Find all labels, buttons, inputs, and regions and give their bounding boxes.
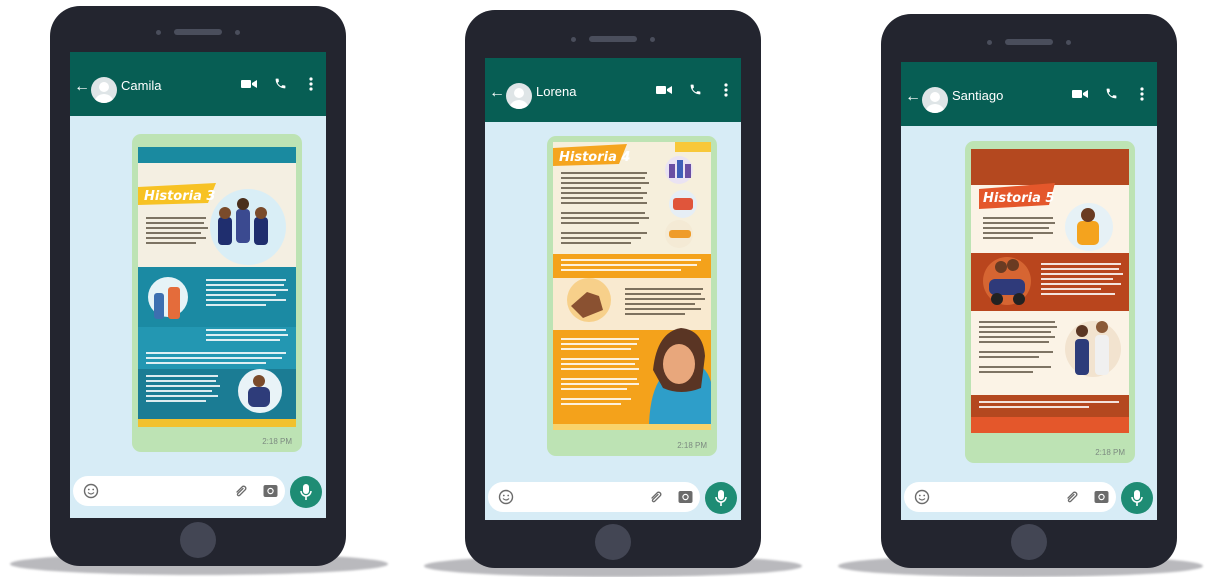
- earpiece: [156, 29, 240, 35]
- back-arrow-icon[interactable]: ←: [905, 89, 921, 105]
- back-arrow-icon[interactable]: ←: [489, 85, 505, 101]
- avatar-icon[interactable]: [922, 87, 948, 113]
- microphone-icon: [715, 490, 727, 506]
- microphone-icon: [300, 484, 312, 500]
- more-options-icon[interactable]: [1140, 87, 1144, 101]
- chat-screen: ← Camila Historia 3 2:18 PM: [70, 52, 326, 518]
- chat-screen: ← Lorena Historia 4 2:18 PM: [485, 58, 741, 520]
- contact-name[interactable]: Camila: [121, 78, 161, 93]
- chat-screen: ← Santiago Historia 5 2:18 PM: [901, 62, 1157, 520]
- phone-camila: ← Camila Historia 3 2:18 PM: [50, 6, 346, 566]
- story-poster-image[interactable]: Historia 5: [971, 149, 1129, 433]
- emoji-icon[interactable]: [914, 489, 930, 505]
- camera-icon[interactable]: [1094, 490, 1109, 504]
- avatar-icon[interactable]: [506, 83, 532, 109]
- phone-santiago: ← Santiago Historia 5 2:18 PM: [881, 14, 1177, 568]
- home-button[interactable]: [180, 522, 216, 558]
- earpiece: [571, 36, 655, 42]
- chat-header: ← Santiago: [901, 62, 1157, 126]
- message-input[interactable]: [488, 482, 700, 512]
- contact-name[interactable]: Santiago: [952, 88, 1003, 103]
- message-time: 2:18 PM: [1095, 448, 1125, 457]
- home-button[interactable]: [1011, 524, 1047, 560]
- phone-call-icon[interactable]: [274, 77, 287, 90]
- chat-header: ← Camila: [70, 52, 326, 116]
- attach-icon[interactable]: [1064, 489, 1080, 505]
- message-bubble[interactable]: Historia 4 2:18 PM: [547, 136, 717, 456]
- microphone-button[interactable]: [1121, 482, 1153, 514]
- back-arrow-icon[interactable]: ←: [74, 79, 90, 95]
- video-call-icon[interactable]: [241, 78, 257, 90]
- microphone-icon: [1131, 490, 1143, 506]
- phone-lorena: ← Lorena Historia 4 2:18 PM: [465, 10, 761, 568]
- microphone-button[interactable]: [290, 476, 322, 508]
- message-time: 2:18 PM: [677, 441, 707, 450]
- more-options-icon[interactable]: [309, 77, 313, 91]
- message-bubble[interactable]: Historia 3 2:18 PM: [132, 134, 302, 452]
- microphone-button[interactable]: [705, 482, 737, 514]
- emoji-icon[interactable]: [83, 483, 99, 499]
- phone-call-icon[interactable]: [1105, 87, 1118, 100]
- story-title: Historia 3: [144, 189, 215, 204]
- attach-icon[interactable]: [233, 483, 249, 499]
- story-title: Historia 4: [559, 150, 630, 165]
- chat-header: ← Lorena: [485, 58, 741, 122]
- video-call-icon[interactable]: [1072, 88, 1088, 100]
- contact-name[interactable]: Lorena: [536, 84, 576, 99]
- more-options-icon[interactable]: [724, 83, 728, 97]
- story-poster-image[interactable]: Historia 4: [553, 142, 711, 430]
- avatar-icon[interactable]: [91, 77, 117, 103]
- story-title: Historia 5: [983, 191, 1054, 206]
- video-call-icon[interactable]: [656, 84, 672, 96]
- earpiece: [987, 39, 1071, 45]
- message-input[interactable]: [73, 476, 285, 506]
- phone-call-icon[interactable]: [689, 83, 702, 96]
- attach-icon[interactable]: [648, 489, 664, 505]
- message-input[interactable]: [904, 482, 1116, 512]
- camera-icon[interactable]: [263, 484, 278, 498]
- message-bubble[interactable]: Historia 5 2:18 PM: [965, 141, 1135, 463]
- home-button[interactable]: [595, 524, 631, 560]
- story-poster-image[interactable]: Historia 3: [138, 147, 296, 427]
- message-time: 2:18 PM: [262, 437, 292, 446]
- camera-icon[interactable]: [678, 490, 693, 504]
- emoji-icon[interactable]: [498, 489, 514, 505]
